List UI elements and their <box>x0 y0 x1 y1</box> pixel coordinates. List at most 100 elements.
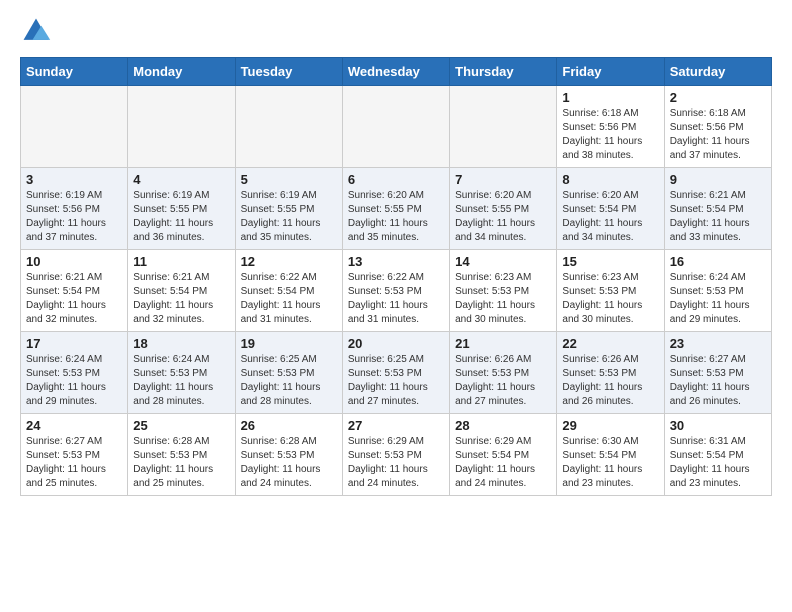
day-number: 2 <box>670 90 766 105</box>
day-info: Sunrise: 6:28 AMSunset: 5:53 PMDaylight:… <box>133 435 229 491</box>
day-number: 1 <box>562 90 658 105</box>
day-number: 23 <box>670 336 766 351</box>
day-number: 21 <box>455 336 551 351</box>
day-info: Sunrise: 6:20 AMSunset: 5:54 PMDaylight:… <box>562 189 658 245</box>
day-header: Sunday <box>21 58 128 86</box>
day-info: Sunrise: 6:20 AMSunset: 5:55 PMDaylight:… <box>455 189 551 245</box>
day-number: 22 <box>562 336 658 351</box>
calendar-cell: 17 Sunrise: 6:24 AMSunset: 5:53 PMDayligh… <box>21 332 128 414</box>
day-info: Sunrise: 6:24 AMSunset: 5:53 PMDaylight:… <box>26 353 122 409</box>
calendar-cell: 4Sunrise: 6:19 AMSunset: 5:55 PMDaylight… <box>128 168 235 250</box>
day-info: Sunrise: 6:22 AMSunset: 5:54 PMDaylight:… <box>241 271 337 327</box>
day-info: Sunrise: 6:30 AMSunset: 5:54 PMDaylight:… <box>562 435 658 491</box>
day-info: Sunrise: 6:23 AMSunset: 5:53 PMDaylight:… <box>455 271 551 327</box>
calendar-cell: 23 Sunrise: 6:27 AMSunset: 5:53 PMDayligh… <box>664 332 771 414</box>
day-info: Sunrise: 6:25 AMSunset: 5:53 PMDaylight:… <box>348 353 444 409</box>
day-number: 28 <box>455 418 551 433</box>
calendar-cell: 7 Sunrise: 6:20 AMSunset: 5:55 PMDaylight… <box>450 168 557 250</box>
calendar-cell: 1 Sunrise: 6:18 AMSunset: 5:56 PMDaylight… <box>557 86 664 168</box>
day-info: Sunrise: 6:26 AMSunset: 5:53 PMDaylight:… <box>455 353 551 409</box>
day-info: Sunrise: 6:21 AMSunset: 5:54 PMDaylight:… <box>26 271 122 327</box>
calendar-cell: 29 Sunrise: 6:30 AMSunset: 5:54 PMDayligh… <box>557 414 664 496</box>
day-number: 18 <box>133 336 229 351</box>
calendar-cell: 6 Sunrise: 6:20 AMSunset: 5:55 PMDaylight… <box>342 168 449 250</box>
page: SundayMondayTuesdayWednesdayThursdayFrid… <box>0 0 792 511</box>
calendar-cell: 2 Sunrise: 6:18 AMSunset: 5:56 PMDaylight… <box>664 86 771 168</box>
day-number: 6 <box>348 172 444 187</box>
calendar-week-row: 1 Sunrise: 6:18 AMSunset: 5:56 PMDaylight… <box>21 86 772 168</box>
logo <box>20 15 56 47</box>
day-number: 10 <box>26 254 122 269</box>
day-header: Tuesday <box>235 58 342 86</box>
day-header: Saturday <box>664 58 771 86</box>
day-info: Sunrise: 6:25 AMSunset: 5:53 PMDaylight:… <box>241 353 337 409</box>
calendar-cell: 26 Sunrise: 6:28 AMSunset: 5:53 PMDayligh… <box>235 414 342 496</box>
day-info: Sunrise: 6:27 AMSunset: 5:53 PMDaylight:… <box>26 435 122 491</box>
calendar-cell <box>21 86 128 168</box>
calendar-cell: 30 Sunrise: 6:31 AMSunset: 5:54 PMDayligh… <box>664 414 771 496</box>
logo-icon <box>20 15 52 47</box>
calendar-cell: 25 Sunrise: 6:28 AMSunset: 5:53 PMDayligh… <box>128 414 235 496</box>
calendar-week-row: 10 Sunrise: 6:21 AMSunset: 5:54 PMDayligh… <box>21 250 772 332</box>
calendar-cell: 16 Sunrise: 6:24 AMSunset: 5:53 PMDayligh… <box>664 250 771 332</box>
calendar-cell: 24 Sunrise: 6:27 AMSunset: 5:53 PMDayligh… <box>21 414 128 496</box>
day-number: 30 <box>670 418 766 433</box>
day-info: Sunrise: 6:19 AMSunset: 5:56 PMDaylight:… <box>26 189 122 245</box>
calendar-cell <box>342 86 449 168</box>
day-info: Sunrise: 6:26 AMSunset: 5:53 PMDaylight:… <box>562 353 658 409</box>
calendar-cell: 11 Sunrise: 6:21 AMSunset: 5:54 PMDayligh… <box>128 250 235 332</box>
day-number: 11 <box>133 254 229 269</box>
day-header: Wednesday <box>342 58 449 86</box>
calendar-week-row: 17 Sunrise: 6:24 AMSunset: 5:53 PMDayligh… <box>21 332 772 414</box>
calendar-cell: 5 Sunrise: 6:19 AMSunset: 5:55 PMDaylight… <box>235 168 342 250</box>
calendar-week-row: 3Sunrise: 6:19 AMSunset: 5:56 PMDaylight… <box>21 168 772 250</box>
day-number: 17 <box>26 336 122 351</box>
day-info: Sunrise: 6:29 AMSunset: 5:54 PMDaylight:… <box>455 435 551 491</box>
calendar-cell: 18 Sunrise: 6:24 AMSunset: 5:53 PMDayligh… <box>128 332 235 414</box>
day-info: Sunrise: 6:22 AMSunset: 5:53 PMDaylight:… <box>348 271 444 327</box>
day-number: 24 <box>26 418 122 433</box>
day-number: 19 <box>241 336 337 351</box>
day-number: 13 <box>348 254 444 269</box>
calendar-cell: 19 Sunrise: 6:25 AMSunset: 5:53 PMDayligh… <box>235 332 342 414</box>
day-info: Sunrise: 6:31 AMSunset: 5:54 PMDaylight:… <box>670 435 766 491</box>
day-number: 9 <box>670 172 766 187</box>
day-info: Sunrise: 6:20 AMSunset: 5:55 PMDaylight:… <box>348 189 444 245</box>
day-header: Friday <box>557 58 664 86</box>
day-number: 16 <box>670 254 766 269</box>
header <box>20 15 772 47</box>
day-info: Sunrise: 6:18 AMSunset: 5:56 PMDaylight:… <box>562 107 658 163</box>
day-number: 7 <box>455 172 551 187</box>
calendar-cell <box>128 86 235 168</box>
day-info: Sunrise: 6:19 AMSunset: 5:55 PMDaylight:… <box>133 189 229 245</box>
day-number: 29 <box>562 418 658 433</box>
day-number: 14 <box>455 254 551 269</box>
day-number: 20 <box>348 336 444 351</box>
calendar-cell: 28 Sunrise: 6:29 AMSunset: 5:54 PMDayligh… <box>450 414 557 496</box>
day-number: 8 <box>562 172 658 187</box>
day-info: Sunrise: 6:21 AMSunset: 5:54 PMDaylight:… <box>133 271 229 327</box>
calendar-cell <box>235 86 342 168</box>
calendar-cell: 3Sunrise: 6:19 AMSunset: 5:56 PMDaylight… <box>21 168 128 250</box>
calendar-table: SundayMondayTuesdayWednesdayThursdayFrid… <box>20 57 772 496</box>
day-info: Sunrise: 6:23 AMSunset: 5:53 PMDaylight:… <box>562 271 658 327</box>
day-number: 5 <box>241 172 337 187</box>
day-info: Sunrise: 6:21 AMSunset: 5:54 PMDaylight:… <box>670 189 766 245</box>
calendar-header-row: SundayMondayTuesdayWednesdayThursdayFrid… <box>21 58 772 86</box>
calendar-cell: 22 Sunrise: 6:26 AMSunset: 5:53 PMDayligh… <box>557 332 664 414</box>
calendar-cell: 14 Sunrise: 6:23 AMSunset: 5:53 PMDayligh… <box>450 250 557 332</box>
calendar-cell: 27Sunrise: 6:29 AMSunset: 5:53 PMDayligh… <box>342 414 449 496</box>
day-info: Sunrise: 6:18 AMSunset: 5:56 PMDaylight:… <box>670 107 766 163</box>
calendar-week-row: 24 Sunrise: 6:27 AMSunset: 5:53 PMDayligh… <box>21 414 772 496</box>
day-info: Sunrise: 6:24 AMSunset: 5:53 PMDaylight:… <box>133 353 229 409</box>
calendar-cell: 8 Sunrise: 6:20 AMSunset: 5:54 PMDaylight… <box>557 168 664 250</box>
day-info: Sunrise: 6:19 AMSunset: 5:55 PMDaylight:… <box>241 189 337 245</box>
day-info: Sunrise: 6:28 AMSunset: 5:53 PMDaylight:… <box>241 435 337 491</box>
calendar-cell: 9 Sunrise: 6:21 AMSunset: 5:54 PMDaylight… <box>664 168 771 250</box>
day-info: Sunrise: 6:24 AMSunset: 5:53 PMDaylight:… <box>670 271 766 327</box>
day-number: 26 <box>241 418 337 433</box>
calendar-cell: 12Sunrise: 6:22 AMSunset: 5:54 PMDayligh… <box>235 250 342 332</box>
calendar-cell <box>450 86 557 168</box>
day-info: Sunrise: 6:27 AMSunset: 5:53 PMDaylight:… <box>670 353 766 409</box>
day-number: 25 <box>133 418 229 433</box>
